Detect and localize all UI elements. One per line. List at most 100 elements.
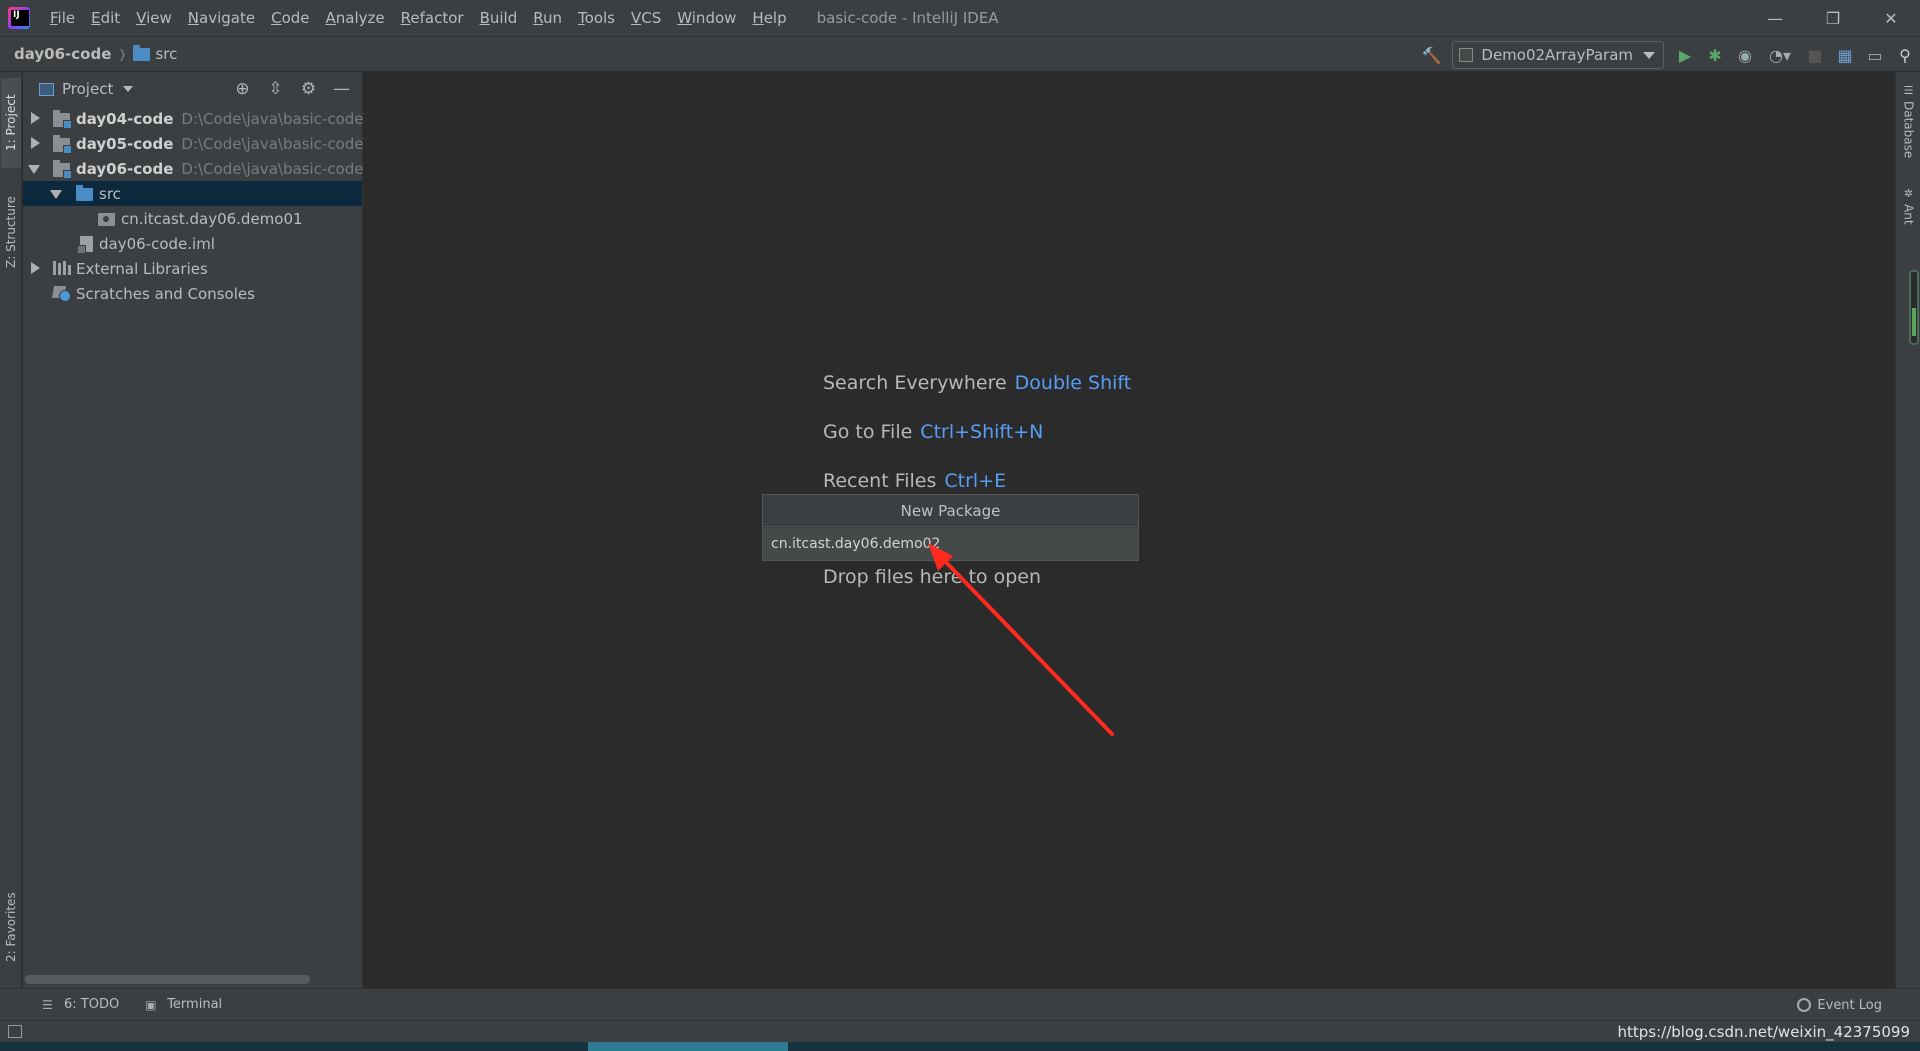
tree-label: Scratches and Consoles [76, 284, 255, 303]
package-icon [98, 213, 115, 226]
inspection-indicator [1909, 270, 1919, 345]
panel-header: Project ⊕ ⇳ ⚙ — [23, 72, 362, 106]
run-configuration-select[interactable]: Demo02ArrayParam [1452, 41, 1664, 69]
tree-row[interactable]: day04-code D:\Code\java\basic-code\day [23, 106, 396, 131]
run-config-label: Demo02ArrayParam [1481, 46, 1633, 64]
tree-label: src [99, 184, 121, 203]
breadcrumb-project[interactable]: day06-code [14, 45, 111, 63]
module-icon [53, 160, 72, 179]
menu-edit[interactable]: Edit [83, 0, 128, 36]
tree-label: day06-code.iml [99, 234, 215, 253]
tree-row[interactable]: day06-code.iml [23, 231, 362, 256]
expand-arrow-icon[interactable] [31, 137, 40, 149]
restore-button[interactable]: ❐ [1804, 0, 1862, 36]
tab-project[interactable]: 1: Project [1, 78, 21, 168]
build-hammer-icon[interactable]: 🔨 [1416, 41, 1446, 69]
tab-terminal[interactable]: ▣ Terminal [145, 997, 222, 1012]
ide-window: File Edit View Navigate Code Analyze Ref… [0, 0, 1920, 1051]
menu-bar: File Edit View Navigate Code Analyze Ref… [42, 0, 795, 36]
tab-todo-label: 6: TODO [64, 997, 120, 1012]
libraries-icon [53, 261, 71, 275]
tree-row[interactable]: day06-code D:\Code\java\basic-code\day [23, 156, 396, 181]
breadcrumb-separator-icon: ❭ [117, 47, 128, 61]
locate-target-icon[interactable]: ⊕ [226, 74, 259, 104]
event-log-button[interactable]: Event Log [1797, 989, 1882, 1021]
menu-code[interactable]: Code [263, 0, 317, 36]
menu-help[interactable]: Help [744, 0, 794, 36]
tree-label: External Libraries [76, 259, 208, 278]
project-tree: day04-code D:\Code\java\basic-code\day da… [23, 106, 396, 306]
debug-icon[interactable]: ✱ [1700, 41, 1730, 69]
tab-ant[interactable]: ✲ Ant [1898, 187, 1919, 257]
run-config-icon [1459, 48, 1474, 62]
hint-label: Go to File [823, 421, 913, 443]
tab-todo[interactable]: ☰ 6: TODO [42, 997, 119, 1012]
tab-database-label: Database [1901, 101, 1916, 159]
menu-file[interactable]: File [42, 0, 83, 36]
taskbar-active-item[interactable] [588, 1042, 788, 1051]
intellij-logo-icon [8, 7, 30, 29]
menu-window[interactable]: Window [669, 0, 744, 36]
hint-label: Recent Files [823, 470, 937, 492]
database-icon: ☰ [1902, 84, 1915, 97]
project-structure-icon[interactable]: ▦ [1830, 41, 1860, 69]
tab-terminal-label: Terminal [167, 997, 223, 1012]
expand-arrow-icon[interactable] [31, 112, 40, 124]
menu-refactor[interactable]: Refactor [393, 0, 472, 36]
list-icon: ☰ [42, 997, 53, 1012]
stop-icon[interactable]: ■ [1800, 41, 1830, 69]
status-bar: https://blog.csdn.net/weixin_42375099 [0, 1020, 1920, 1042]
collapse-arrow-icon[interactable] [28, 165, 40, 174]
toggle-tool-windows-icon[interactable] [8, 1025, 22, 1038]
collapse-all-icon[interactable]: ⇳ [259, 74, 292, 104]
menu-build[interactable]: Build [472, 0, 526, 36]
horizontal-scrollbar[interactable] [25, 975, 310, 984]
tab-database[interactable]: ☰ Database [1898, 84, 1919, 179]
tab-favorites-label: 2: Favorites [4, 892, 18, 962]
hint-label: Drop files here to open [823, 566, 1042, 588]
scratches-icon [53, 286, 71, 302]
menu-view[interactable]: View [128, 0, 180, 36]
main-toolbar: 🔨 Demo02ArrayParam ▶ ✱ ◉ ◔▾ ■ ▦ ▭ ⚲ [1416, 37, 1920, 73]
hide-panel-icon[interactable]: — [325, 74, 358, 104]
event-log-icon [1797, 998, 1812, 1012]
coverage-icon[interactable]: ◉ [1730, 41, 1760, 69]
panel-title[interactable]: Project [62, 80, 113, 98]
project-panel: Project ⊕ ⇳ ⚙ — day04-code D:\Code\java\b… [23, 72, 396, 988]
menu-analyze[interactable]: Analyze [318, 0, 393, 36]
presentation-icon[interactable]: ▭ [1860, 41, 1890, 69]
hint-drop-files: Drop files here to open [823, 566, 1041, 588]
expand-arrow-icon[interactable] [31, 262, 40, 274]
package-name-input[interactable] [763, 528, 1138, 560]
menu-vcs[interactable]: VCS [623, 0, 669, 36]
tree-row[interactable]: Scratches and Consoles [23, 281, 362, 306]
tree-row[interactable]: cn.itcast.day06.demo01 [23, 206, 362, 231]
minimize-button[interactable]: — [1746, 0, 1804, 36]
hint-shortcut: Ctrl+E [944, 470, 1007, 492]
menu-tools[interactable]: Tools [570, 0, 623, 36]
bottom-tool-bar: ☰ 6: TODO ▣ Terminal Event Log [0, 988, 1920, 1020]
tree-label: day05-code [76, 134, 174, 153]
tree-row[interactable]: day05-code D:\Code\java\basic-code\day [23, 131, 396, 156]
search-everywhere-icon[interactable]: ⚲ [1890, 41, 1920, 69]
collapse-arrow-icon[interactable] [50, 190, 62, 199]
hint-recent-files: Recent Files Ctrl+E [823, 470, 1006, 492]
hint-label: Search Everywhere [823, 372, 1007, 394]
gear-icon[interactable]: ⚙ [292, 74, 325, 104]
event-log-label: Event Log [1817, 997, 1882, 1013]
source-folder-icon [76, 185, 93, 201]
taskbar-strip [0, 1042, 1920, 1051]
new-package-dialog: New Package [762, 494, 1139, 561]
close-button[interactable]: ✕ [1862, 0, 1920, 36]
breadcrumb-src[interactable]: src [155, 45, 177, 63]
chevron-down-icon[interactable] [123, 86, 134, 92]
menu-run[interactable]: Run [525, 0, 570, 36]
tree-row-src[interactable]: src [23, 181, 362, 206]
menu-navigate[interactable]: Navigate [180, 0, 263, 36]
tab-favorites[interactable]: 2: Favorites [1, 872, 21, 982]
folder-icon [133, 44, 151, 61]
tab-structure[interactable]: Z: Structure [1, 182, 21, 282]
tree-row[interactable]: External Libraries [23, 256, 362, 281]
profile-icon[interactable]: ◔▾ [1760, 41, 1800, 69]
run-icon[interactable]: ▶ [1670, 41, 1700, 69]
